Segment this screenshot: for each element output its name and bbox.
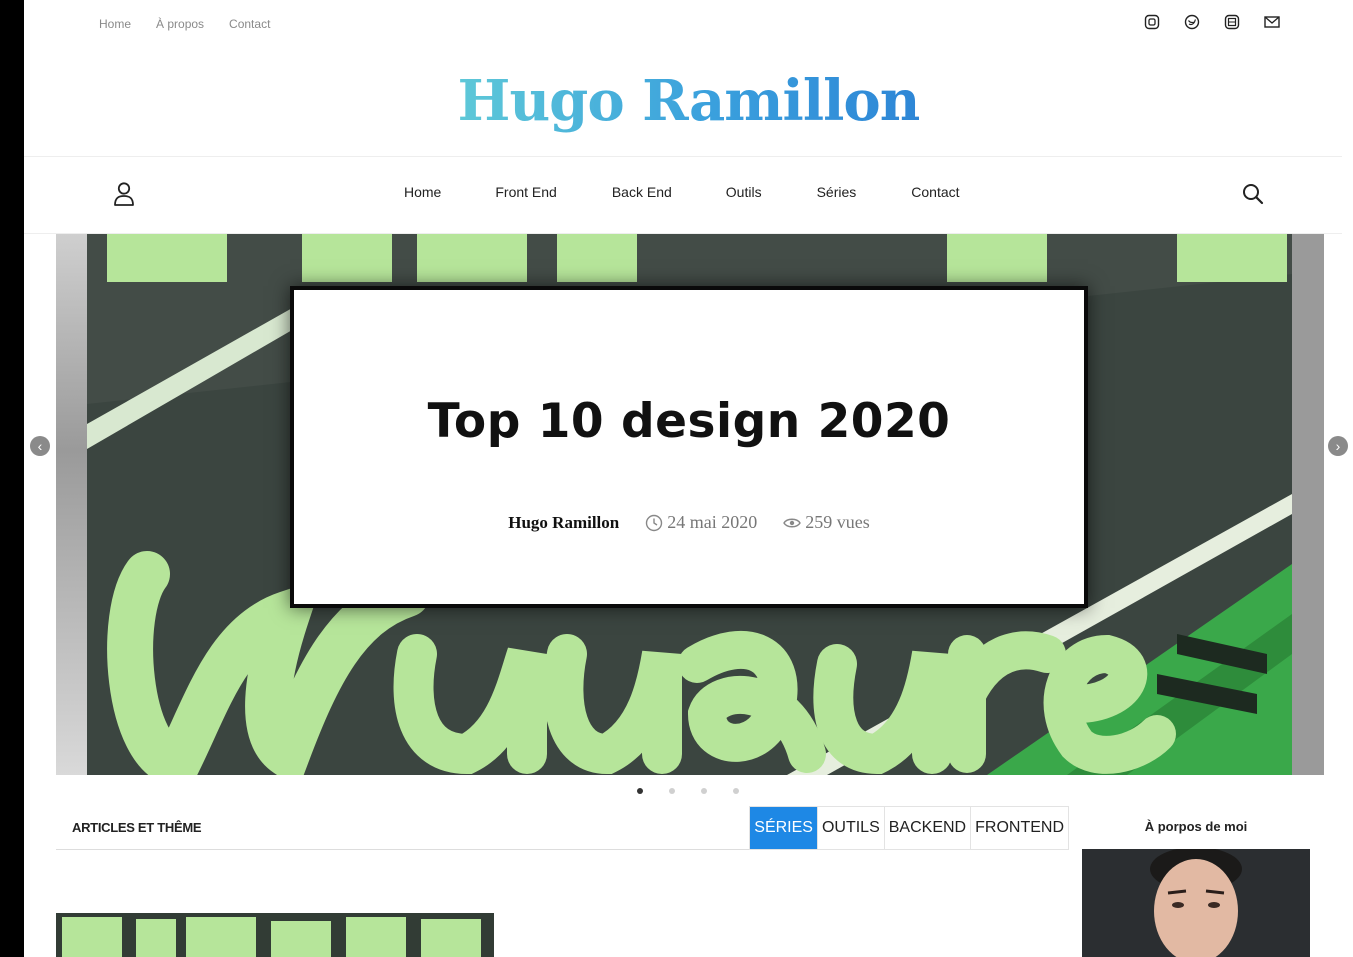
about-photo [1082,849,1310,957]
nav-item-back-end[interactable]: Back End [612,184,672,200]
slider-dot-1[interactable] [637,788,643,794]
slide-views: 259 vues [783,512,870,533]
nav-item-outils[interactable]: Outils [726,184,762,200]
eye-icon [783,518,802,527]
top-bar: Home À propos Contact [24,0,1353,50]
articles-title: ARTICLES ET THÊME [72,820,202,835]
slider-dot-4[interactable] [733,788,739,794]
nav-item-contact[interactable]: Contact [911,184,959,200]
articles-header: ARTICLES ET THÊME SÉRIES OUTILS BACKEND … [56,806,1069,850]
slider-dot-3[interactable] [701,788,707,794]
instagram-icon[interactable] [1143,13,1161,31]
article-thumbnail[interactable] [56,913,494,957]
nav-item-series[interactable]: Séries [817,184,857,200]
top-link-contact[interactable]: Contact [229,17,270,31]
slider-prev-button[interactable]: ‹ [30,436,50,456]
slide-date: 24 mai 2020 [645,512,757,533]
top-links: Home À propos Contact [99,17,270,31]
slider-dots [637,788,739,794]
tab-frontend[interactable]: FRONTEND [970,807,1068,849]
nav-item-front-end[interactable]: Front End [495,184,556,200]
top-link-home[interactable]: Home [99,17,131,31]
slider-next-button[interactable]: › [1328,436,1348,456]
slide-meta: Hugo Ramillon 24 mai 2020 259 vues [294,512,1084,533]
clock-icon [646,514,663,531]
about-title: À porpos de moi [1144,819,1248,834]
nav-item-home[interactable]: Home [404,184,441,200]
search-icon[interactable] [1241,182,1265,206]
twitter-icon[interactable] [1183,13,1201,31]
site-brand: Hugo Ramillon [24,68,1353,134]
social-links [1143,13,1281,31]
slide-date-text: 24 mai 2020 [667,512,758,532]
left-black-bar [0,0,24,957]
site-title[interactable]: Hugo Ramillon [458,68,921,134]
slider-dot-2[interactable] [669,788,675,794]
top-link-about[interactable]: À propos [156,17,204,31]
slide-views-text: 259 vues [805,512,870,532]
tab-backend[interactable]: BACKEND [883,807,970,849]
previous-slide-edge [56,234,87,775]
user-icon[interactable] [112,181,136,207]
slide-caption-card[interactable]: Top 10 design 2020 Hugo Ramillon 24 mai … [290,286,1088,608]
next-slide-edge [1292,234,1324,775]
tab-series[interactable]: SÉRIES [750,807,817,849]
mail-icon[interactable] [1263,13,1281,31]
slide-title[interactable]: Top 10 design 2020 [294,394,1084,449]
linkedin-icon[interactable] [1223,13,1241,31]
slide-author[interactable]: Hugo Ramillon [508,513,619,533]
nav-menu: Home Front End Back End Outils Séries Co… [404,184,960,200]
tab-outils[interactable]: OUTILS [816,807,884,849]
articles-tabs: SÉRIES OUTILS BACKEND FRONTEND [749,806,1069,850]
main-navigation: Home Front End Back End Outils Séries Co… [24,156,1342,234]
